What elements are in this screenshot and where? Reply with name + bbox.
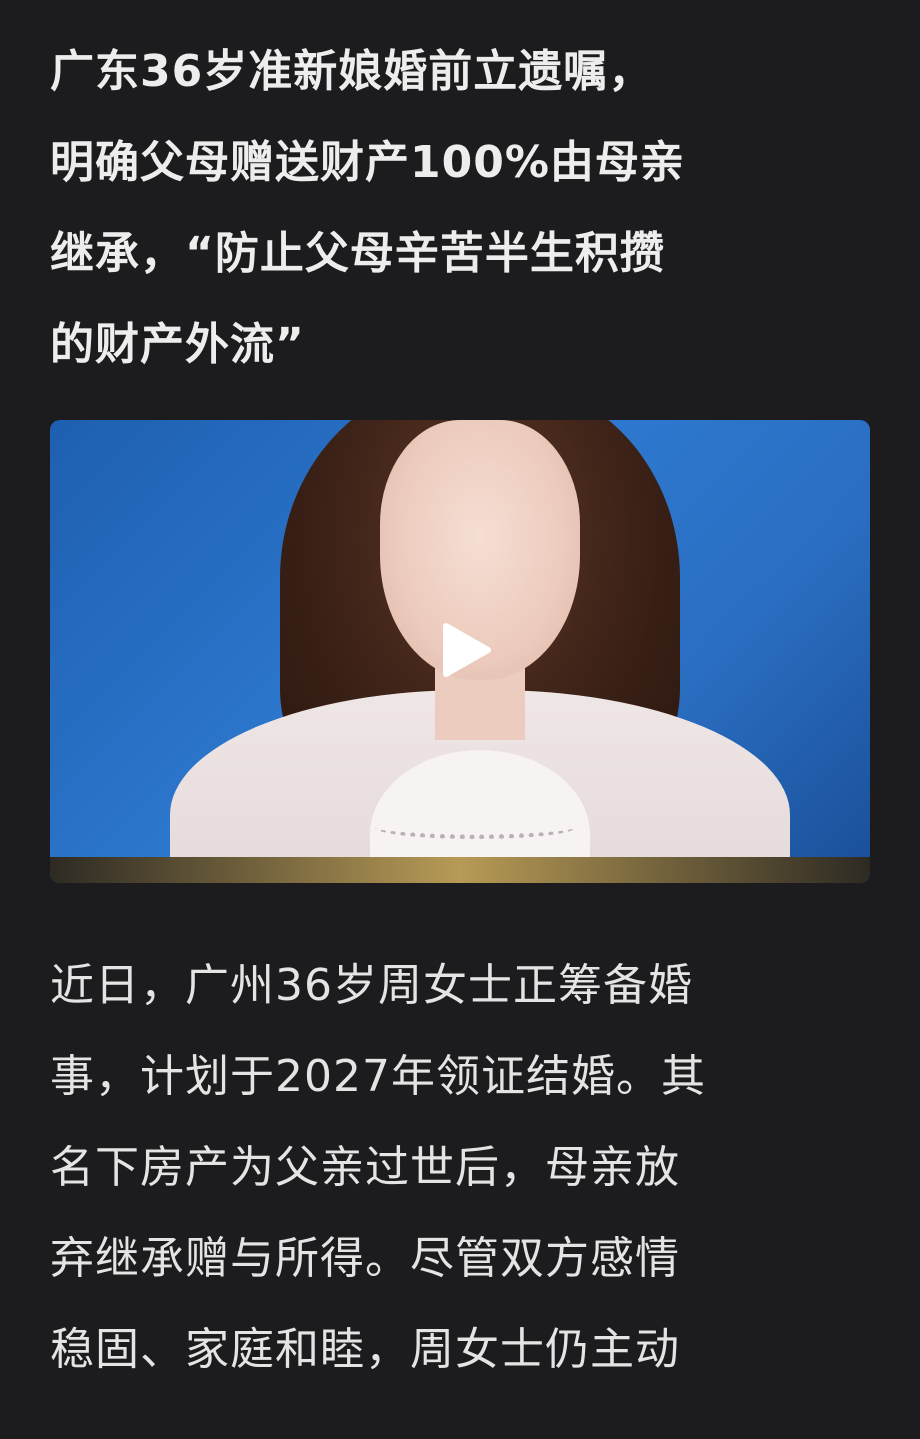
article-body: 近日，广州36岁周女士正筹备婚 事，计划于2027年领证结婚。其 名下房产为父亲… [50, 940, 880, 1395]
body-line: 名下房产为父亲过世后，母亲放 [50, 1142, 680, 1193]
body-line: 弃继承赠与所得。尽管双方感情 [50, 1233, 680, 1284]
video-player[interactable] [50, 420, 870, 883]
body-line: 近日，广州36岁周女士正筹备婚 [50, 960, 693, 1011]
headline-line: 的财产外流” [50, 319, 305, 370]
article-headline: 广东36岁准新娘婚前立遗嘱， 明确父母赠送财产100%由母亲 继承，“防止父母辛… [50, 26, 880, 390]
headline-line: 继承，“防止父母辛苦半生积攒 [50, 228, 665, 279]
video-thumbnail-desk [50, 857, 870, 883]
headline-line: 广东36岁准新娘婚前立遗嘱， [50, 46, 654, 97]
body-line: 稳固、家庭和睦，周女士仍主动 [50, 1324, 680, 1375]
video-thumbnail-necklace [375, 816, 575, 839]
headline-line: 明确父母赠送财产100%由母亲 [50, 137, 685, 188]
play-icon[interactable] [434, 620, 494, 680]
body-line: 事，计划于2027年领证结婚。其 [50, 1051, 706, 1102]
